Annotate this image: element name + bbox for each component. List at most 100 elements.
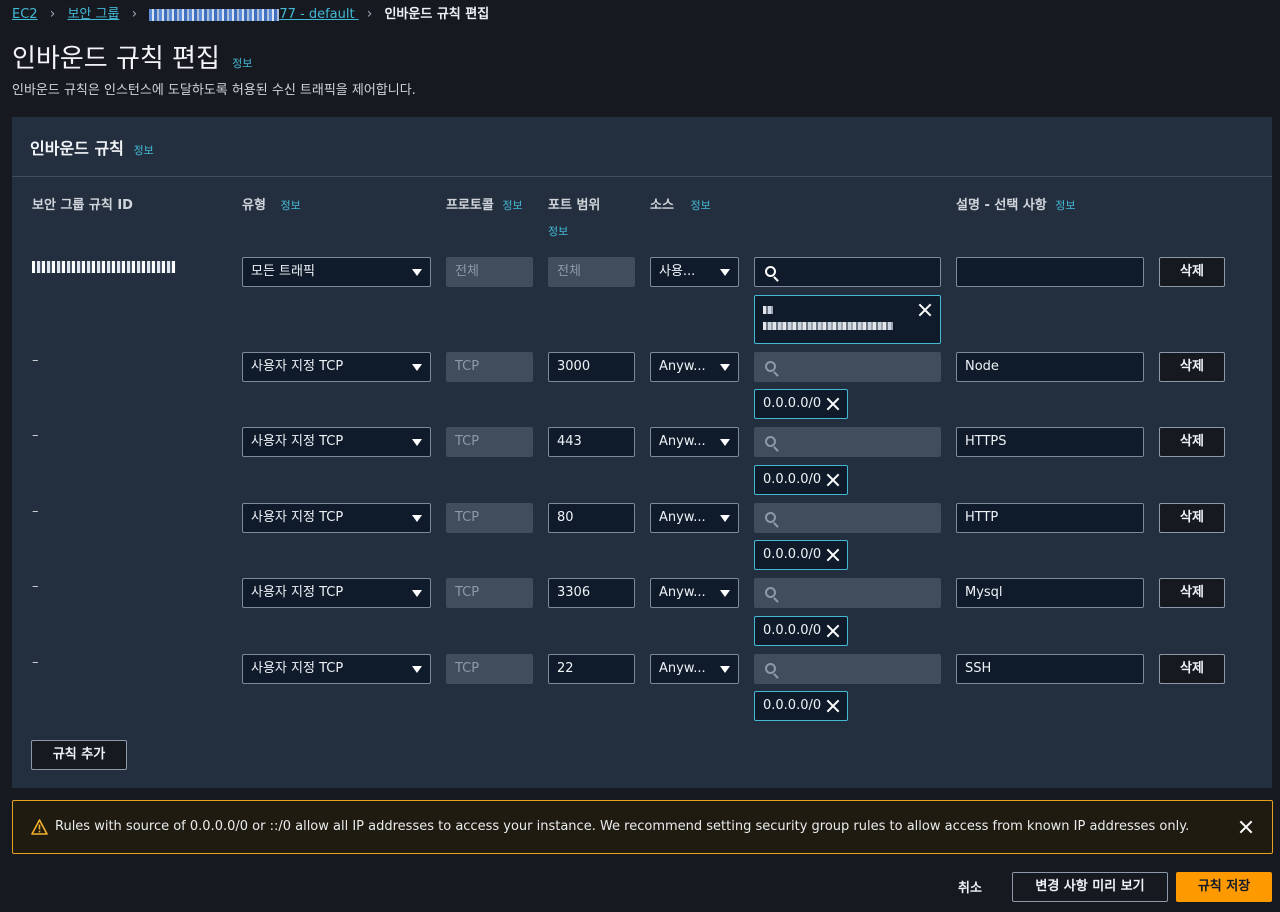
search-icon [765,587,776,598]
source-select[interactable]: Anyw... [650,578,739,608]
page-title: 인바운드 규칙 편집 정보 [12,44,253,74]
warning-icon [31,819,48,835]
search-icon [765,361,776,372]
source-select[interactable]: Anyw... [650,427,739,457]
caret-down-icon [412,666,422,673]
col-protocol-info[interactable]: 정보 [502,199,522,212]
type-select[interactable]: 사용자 지정 TCP [242,352,431,382]
source-token-prefix-list [754,295,941,344]
chevron-right-icon: › [49,6,56,22]
warning-text: Rules with source of 0.0.0.0/0 or ::/0 a… [55,819,1190,834]
cidr-search-input[interactable] [754,503,941,533]
search-icon [765,512,776,523]
close-icon[interactable] [826,699,840,713]
protocol-field: TCP [446,352,533,382]
search-icon [765,663,776,674]
col-source: 소스 정보 [650,198,711,213]
rule-id: – [32,579,39,594]
rule-id: – [32,655,39,670]
protocol-field: TCP [446,578,533,608]
delete-button[interactable]: 삭제 [1159,578,1225,608]
col-protocol: 프로토콜 정보 [446,198,523,213]
col-description-info[interactable]: 정보 [1055,199,1075,212]
breadcrumb-ec2[interactable]: EC2 [12,7,38,22]
col-port-info[interactable]: 정보 [548,223,568,239]
protocol-field: 전체 [446,257,533,287]
type-select[interactable]: 사용자 지정 TCP [242,503,431,533]
caret-down-icon [720,364,730,371]
port-input[interactable]: 3306 [548,578,635,608]
type-select[interactable]: 사용자 지정 TCP [242,578,431,608]
breadcrumb: EC2 › 보안 그룹 › 77 - default › 인바운드 규칙 편집 [12,3,490,22]
caret-down-icon [720,666,730,673]
caret-down-icon [720,269,730,276]
col-rule-id: 보안 그룹 규칙 ID [32,198,133,213]
delete-button[interactable]: 삭제 [1159,352,1225,382]
source-select[interactable]: Anyw... [650,654,739,684]
port-field: 전체 [548,257,635,287]
caret-down-icon [412,364,422,371]
rule-id: – [32,353,39,368]
delete-button[interactable]: 삭제 [1159,427,1225,457]
description-input[interactable]: Node [956,352,1144,382]
close-icon[interactable] [918,303,932,317]
col-source-info[interactable]: 정보 [690,199,710,212]
panel-title: 인바운드 규칙 정보 [30,139,154,158]
description-input[interactable]: HTTP [956,503,1144,533]
type-select[interactable]: 모든 트래픽 [242,257,431,287]
port-input[interactable]: 443 [548,427,635,457]
breadcrumb-security-group[interactable]: 77 - default [149,7,358,22]
protocol-field: TCP [446,503,533,533]
protocol-field: TCP [446,427,533,457]
cidr-search-input[interactable] [754,654,941,684]
chevron-right-icon: › [131,6,138,22]
delete-button[interactable]: 삭제 [1159,503,1225,533]
source-select[interactable]: Anyw... [650,503,739,533]
cidr-search-input[interactable] [754,578,941,608]
warning-banner: Rules with source of 0.0.0.0/0 or ::/0 a… [12,800,1273,854]
panel-header: 인바운드 규칙 정보 [12,117,1272,177]
type-select[interactable]: 사용자 지정 TCP [242,654,431,684]
cancel-button[interactable]: 취소 [958,877,982,896]
page-info-link[interactable]: 정보 [232,57,252,70]
close-icon[interactable] [826,624,840,638]
caret-down-icon [412,590,422,597]
panel-info-link[interactable]: 정보 [133,144,153,157]
caret-down-icon [412,439,422,446]
cidr-token: 0.0.0.0/0 [754,465,848,495]
close-icon[interactable] [1239,820,1253,834]
delete-button[interactable]: 삭제 [1159,654,1225,684]
source-select[interactable]: 사용... [650,257,739,287]
description-input[interactable] [956,257,1144,287]
chevron-right-icon: › [366,6,373,22]
col-description: 설명 - 선택 사항 정보 [956,198,1076,213]
close-icon[interactable] [826,397,840,411]
col-type-info[interactable]: 정보 [280,199,300,212]
description-input[interactable]: SSH [956,654,1144,684]
type-select[interactable]: 사용자 지정 TCP [242,427,431,457]
description-input[interactable]: HTTPS [956,427,1144,457]
cidr-token: 0.0.0.0/0 [754,616,848,646]
port-input[interactable]: 3000 [548,352,635,382]
add-rule-button[interactable]: 규칙 추가 [31,740,127,770]
rule-id: – [32,504,39,519]
col-type: 유형 정보 [242,198,301,213]
cidr-token: 0.0.0.0/0 [754,540,848,570]
cidr-search-input[interactable] [754,257,941,287]
caret-down-icon [720,515,730,522]
preview-changes-button[interactable]: 변경 사항 미리 보기 [1012,872,1168,902]
caret-down-icon [412,269,422,276]
port-input[interactable]: 22 [548,654,635,684]
search-icon [765,436,776,447]
delete-button[interactable]: 삭제 [1159,257,1225,287]
cidr-search-input[interactable] [754,427,941,457]
close-icon[interactable] [826,473,840,487]
close-icon[interactable] [826,548,840,562]
port-input[interactable]: 80 [548,503,635,533]
description-input[interactable]: Mysql [956,578,1144,608]
source-select[interactable]: Anyw... [650,352,739,382]
cidr-search-input[interactable] [754,352,941,382]
breadcrumb-security-groups[interactable]: 보안 그룹 [67,7,119,22]
breadcrumb-current: 인바운드 규칙 편집 [384,7,490,22]
save-rules-button[interactable]: 규칙 저장 [1176,872,1272,902]
